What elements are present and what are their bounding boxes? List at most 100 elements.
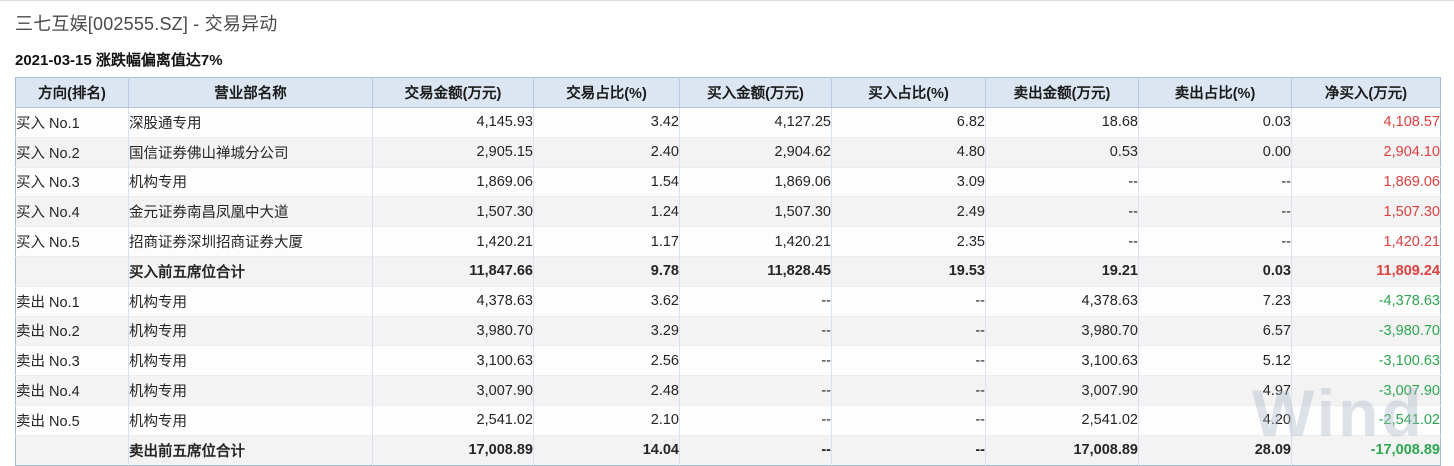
trade-pct-cell: 3.42	[533, 107, 680, 138]
trade-pct-cell: 2.10	[533, 404, 680, 436]
col-header-trade-amount: 交易金额(万元)	[372, 77, 534, 108]
sell-pct-cell: 5.12	[1138, 345, 1292, 376]
buy-amount-cell: 1,869.06	[679, 166, 832, 197]
buy-pct-cell: 3.09	[831, 166, 986, 197]
buy-amount-cell: 2,904.62	[679, 136, 832, 168]
col-header-sell-pct: 卖出占比(%)	[1138, 77, 1292, 108]
col-header-sell-amount: 卖出金额(万元)	[985, 77, 1139, 108]
buy-pct-cell: --	[831, 375, 986, 406]
buy-pct-cell: --	[831, 285, 986, 317]
buy-pct-cell: 6.82	[831, 107, 986, 138]
branch-name-cell: 机构专用	[128, 315, 373, 346]
net-buy-cell: -3,100.63	[1291, 345, 1441, 376]
branch-name-cell: 机构专用	[128, 285, 373, 317]
trade-pct-cell: 2.40	[533, 136, 680, 168]
trade-amount-cell: 2,541.02	[372, 404, 534, 436]
sell-amount-cell: 0.53	[985, 136, 1139, 168]
sell-amount-cell: 18.68	[985, 107, 1139, 138]
trade-pct-cell: 3.29	[533, 315, 680, 346]
net-buy-cell: 4,108.57	[1291, 107, 1441, 138]
table-header: 方向(排名) 营业部名称 交易金额(万元) 交易占比(%) 买入金额(万元) 买…	[15, 77, 1441, 108]
net-buy-cell: 1,420.21	[1291, 226, 1441, 257]
sell-amount-cell: --	[985, 196, 1139, 227]
direction-rank-cell	[15, 255, 129, 287]
direction-rank-cell: 买入 No.1	[15, 107, 129, 138]
branch-name-cell: 买入前五席位合计	[128, 255, 373, 287]
sell-pct-cell: --	[1138, 226, 1292, 257]
sell-pct-cell: 0.00	[1138, 136, 1292, 168]
table-body: 买入 No.1 深股通专用 4,145.93 3.42 4,127.25 6.8…	[15, 107, 1441, 466]
trade-amount-cell: 3,007.90	[372, 375, 534, 406]
buy-amount-cell: --	[679, 285, 832, 317]
sell-pct-cell: 0.03	[1138, 255, 1292, 287]
trade-amount-cell: 2,905.15	[372, 136, 534, 168]
direction-rank-cell: 卖出 No.3	[15, 345, 129, 376]
net-buy-cell: -4,378.63	[1291, 285, 1441, 317]
table-row: 卖出 No.4 机构专用 3,007.90 2.48 -- -- 3,007.9…	[15, 375, 1441, 406]
sell-amount-cell: 3,007.90	[985, 375, 1139, 406]
sell-pct-cell: 4.97	[1138, 375, 1292, 406]
col-header-net-buy: 净买入(万元)	[1291, 77, 1441, 108]
direction-rank-cell: 买入 No.5	[15, 226, 129, 257]
buy-amount-cell: --	[679, 375, 832, 406]
table-row: 买入前五席位合计 11,847.66 9.78 11,828.45 19.53 …	[15, 255, 1441, 287]
buy-pct-cell: --	[831, 345, 986, 376]
col-header-branch-name: 营业部名称	[128, 77, 373, 108]
sell-pct-cell: --	[1138, 196, 1292, 227]
col-header-buy-pct: 买入占比(%)	[831, 77, 986, 108]
buy-pct-cell: 19.53	[831, 255, 986, 287]
trade-amount-cell: 4,378.63	[372, 285, 534, 317]
sell-pct-cell: 0.03	[1138, 107, 1292, 138]
trade-pct-cell: 9.78	[533, 255, 680, 287]
trading-anomaly-table: 方向(排名) 营业部名称 交易金额(万元) 交易占比(%) 买入金额(万元) 买…	[15, 77, 1441, 466]
trade-pct-cell: 2.48	[533, 375, 680, 406]
sell-amount-cell: 4,378.63	[985, 285, 1139, 317]
direction-rank-cell: 买入 No.2	[15, 136, 129, 168]
buy-amount-cell: --	[679, 345, 832, 376]
trade-amount-cell: 3,980.70	[372, 315, 534, 346]
page-title: 三七互娱[002555.SZ] - 交易异动	[15, 14, 278, 34]
table-row: 卖出 No.1 机构专用 4,378.63 3.62 -- -- 4,378.6…	[15, 285, 1441, 317]
table-row: 卖出 No.3 机构专用 3,100.63 2.56 -- -- 3,100.6…	[15, 345, 1441, 376]
trade-amount-cell: 3,100.63	[372, 345, 534, 376]
trade-pct-cell: 1.54	[533, 166, 680, 197]
sell-amount-cell: 19.21	[985, 255, 1139, 287]
net-buy-cell: 11,809.24	[1291, 255, 1441, 287]
sell-amount-cell: 3,980.70	[985, 315, 1139, 346]
branch-name-cell: 机构专用	[128, 404, 373, 436]
table-row: 卖出 No.5 机构专用 2,541.02 2.10 -- -- 2,541.0…	[15, 404, 1441, 436]
buy-amount-cell: 11,828.45	[679, 255, 832, 287]
buy-pct-cell: 2.35	[831, 226, 986, 257]
net-buy-cell: -2,541.02	[1291, 404, 1441, 436]
table-row: 卖出 No.2 机构专用 3,980.70 3.29 -- -- 3,980.7…	[15, 315, 1441, 346]
branch-name-cell: 机构专用	[128, 375, 373, 406]
direction-rank-cell: 卖出 No.1	[15, 285, 129, 317]
buy-pct-cell: --	[831, 404, 986, 436]
branch-name-cell: 金元证券南昌凤凰中大道	[128, 196, 373, 227]
sell-pct-cell: 6.57	[1138, 315, 1292, 346]
col-header-buy-amount: 买入金额(万元)	[679, 77, 832, 108]
col-header-direction-rank: 方向(排名)	[15, 77, 129, 108]
table-row: 买入 No.5 招商证券深圳招商证券大厦 1,420.21 1.17 1,420…	[15, 226, 1441, 257]
branch-name-cell: 机构专用	[128, 166, 373, 197]
sell-amount-cell: --	[985, 226, 1139, 257]
sell-amount-cell: 2,541.02	[985, 404, 1139, 436]
branch-name-cell: 机构专用	[128, 345, 373, 376]
trade-amount-cell: 1,869.06	[372, 166, 534, 197]
net-buy-cell: -3,007.90	[1291, 375, 1441, 406]
table-row: 买入 No.3 机构专用 1,869.06 1.54 1,869.06 3.09…	[15, 166, 1441, 197]
branch-name-cell: 国信证券佛山禅城分公司	[128, 136, 373, 168]
trade-pct-cell: 2.56	[533, 345, 680, 376]
buy-amount-cell: --	[679, 404, 832, 436]
sell-amount-cell: 3,100.63	[985, 345, 1139, 376]
trade-pct-cell: 3.62	[533, 285, 680, 317]
buy-amount-cell: 1,507.30	[679, 196, 832, 227]
table-row: 买入 No.2 国信证券佛山禅城分公司 2,905.15 2.40 2,904.…	[15, 136, 1441, 168]
sell-pct-cell: --	[1138, 166, 1292, 197]
trade-amount-cell: 1,420.21	[372, 226, 534, 257]
sell-amount-cell: --	[985, 166, 1139, 197]
sell-pct-cell: 4.20	[1138, 404, 1292, 436]
buy-amount-cell: 4,127.25	[679, 107, 832, 138]
table-row: 买入 No.1 深股通专用 4,145.93 3.42 4,127.25 6.8…	[15, 107, 1441, 138]
direction-rank-cell: 卖出 No.4	[15, 375, 129, 406]
